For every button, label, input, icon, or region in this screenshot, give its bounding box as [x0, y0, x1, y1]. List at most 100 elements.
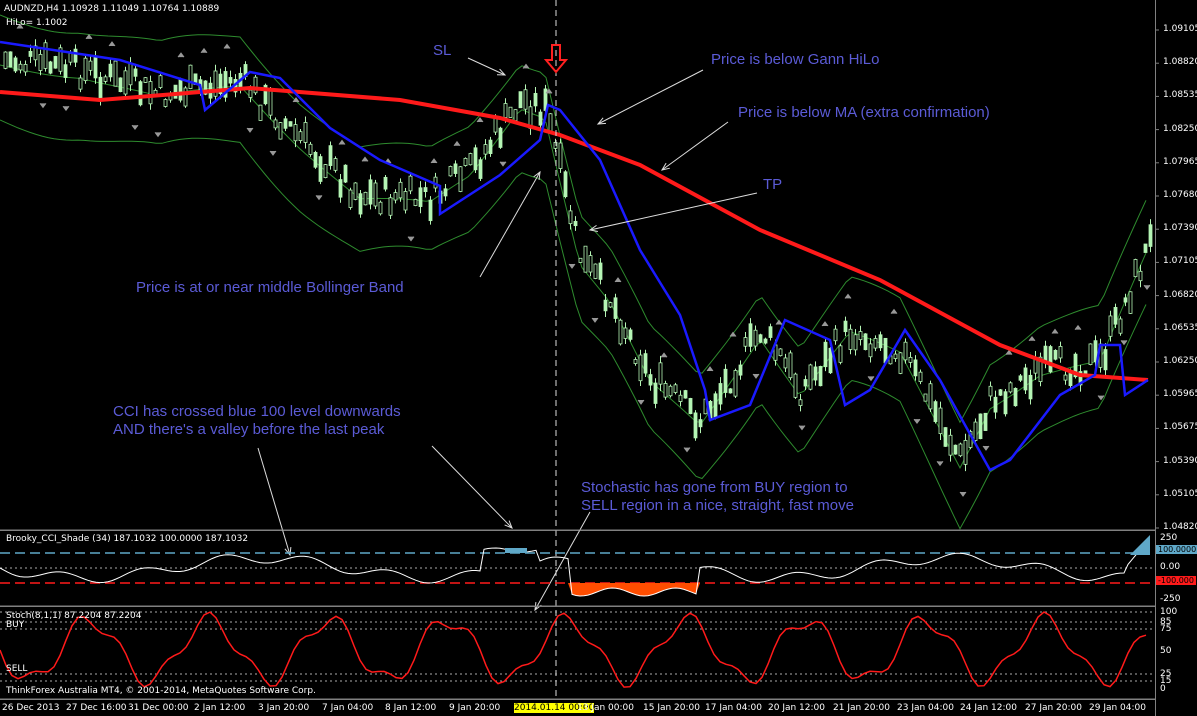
chart-window[interactable]: AUDNZD,H4 1.10928 1.11049 1.10764 1.1088… — [0, 0, 1197, 716]
candle-body — [473, 147, 478, 171]
stoch-buy-label: BUY — [6, 620, 25, 630]
fractal-arrow — [1074, 324, 1082, 330]
fractal-arrow — [936, 461, 944, 467]
price-tick: 1.07680 — [1163, 190, 1197, 200]
candle-body — [68, 52, 73, 63]
candle-body — [313, 151, 318, 168]
fractal-arrow — [177, 52, 185, 58]
candle-body — [133, 68, 138, 77]
annotation-arrow — [479, 171, 541, 278]
candle-body — [613, 297, 618, 319]
price-tick: 1.06820 — [1163, 289, 1197, 300]
candle-body — [648, 374, 653, 386]
fractal-arrow — [1120, 340, 1128, 346]
candle-body — [523, 89, 528, 110]
candle-body — [3, 51, 8, 69]
time-tick: 24 Jan 12:00 — [960, 703, 1017, 713]
candle-body — [318, 156, 323, 182]
candle-body — [938, 407, 943, 435]
candle-body — [728, 388, 733, 394]
candle-body — [903, 341, 908, 361]
candle-body — [868, 343, 873, 358]
candle-body — [38, 53, 43, 71]
fractal-arrow — [39, 103, 47, 109]
annotation-cci-line2: AND there's a valley before the last pea… — [113, 421, 385, 438]
candle-body — [1123, 297, 1128, 303]
time-tick: 13 Jan 00:00 — [577, 703, 634, 713]
candle-body — [1008, 382, 1013, 393]
candle-body — [863, 333, 868, 351]
fractal-arrow — [200, 47, 208, 54]
candle-body — [1058, 346, 1063, 359]
footer-copyright: ThinkForex Australia MT4, © 2001-2014, M… — [6, 686, 316, 696]
time-tick: 17 Jan 04:00 — [705, 703, 762, 713]
cci-label: Brooky_CCI_Shade (34) 187.1032 100.0000 … — [6, 534, 249, 544]
fractal-arrow — [407, 236, 415, 242]
candle-body — [278, 122, 283, 140]
candle-body — [308, 143, 313, 155]
candle-body — [43, 42, 48, 69]
candle-body — [713, 393, 718, 418]
candle-body — [843, 320, 848, 333]
stoch-tick: 75 — [1160, 624, 1172, 634]
candle-body — [1113, 307, 1118, 325]
time-tick: 27 Dec 16:00 — [66, 703, 127, 713]
candle-body — [783, 357, 788, 369]
price-tick: 1.05105 — [1163, 488, 1197, 499]
candle-body — [763, 338, 768, 344]
candle-body — [228, 77, 233, 84]
annotation-stoch-line1: Stochastic has gone from BUY region to — [581, 479, 848, 496]
fractal-arrow — [62, 105, 70, 112]
candle-body — [258, 104, 263, 121]
time-tick: 29 Jan 04:00 — [1089, 703, 1146, 713]
annotation-tp: TP — [763, 176, 783, 193]
candle-body — [453, 163, 458, 174]
cci-axis-zero: 0.00 — [1160, 562, 1181, 572]
candle-body — [803, 379, 808, 387]
price-tick: 1.08820 — [1163, 57, 1197, 68]
candle-body — [668, 385, 673, 397]
candle-body — [1148, 224, 1153, 247]
annotation-cci-line1: CCI has crossed blue 100 level downwards — [113, 403, 401, 420]
candle-body — [678, 394, 683, 402]
candle-body — [798, 399, 803, 406]
candle-body — [448, 166, 453, 177]
price-tick: 1.05675 — [1163, 422, 1197, 433]
candle-body — [118, 77, 123, 93]
fractal-arrow — [223, 43, 231, 49]
candle-body — [693, 412, 698, 439]
candle-body — [1018, 375, 1023, 381]
annotation-arrow — [589, 192, 758, 231]
fractal-arrow — [844, 293, 852, 299]
candle-body — [458, 166, 463, 192]
fractal-arrow — [499, 161, 507, 167]
candle-body — [913, 359, 918, 377]
annotation-ma: Price is below MA (extra confirmation) — [738, 104, 990, 121]
candle-body — [673, 384, 678, 393]
candle-body — [98, 76, 103, 101]
candle-body — [378, 201, 383, 215]
candle-body — [163, 99, 168, 107]
price-tick: 1.05390 — [1163, 455, 1197, 466]
fractal-arrow — [1051, 328, 1059, 334]
candle-body — [478, 159, 483, 179]
candle-body — [1143, 243, 1148, 253]
annotation-gann: Price is below Gann HiLo — [711, 51, 880, 68]
candle-body — [398, 181, 403, 199]
price-tick: 1.04820 — [1163, 522, 1197, 532]
symbol-info: AUDNZD,H4 1.10928 1.11049 1.10764 1.1088… — [4, 4, 220, 14]
annotation-arrowhead — [533, 170, 541, 181]
price-tick: 1.07390 — [1163, 223, 1197, 234]
candle-body — [128, 62, 133, 86]
candle-body — [418, 187, 423, 207]
candle-body — [628, 329, 633, 340]
candle-body — [343, 164, 348, 183]
annotation-arrow — [661, 121, 729, 171]
candle-body — [573, 220, 578, 227]
candle-body — [978, 413, 983, 440]
candle-body — [638, 354, 643, 382]
candle-body — [423, 187, 428, 193]
fractal-arrow — [637, 399, 645, 405]
candle-body — [953, 444, 958, 455]
candle-body — [663, 383, 668, 398]
